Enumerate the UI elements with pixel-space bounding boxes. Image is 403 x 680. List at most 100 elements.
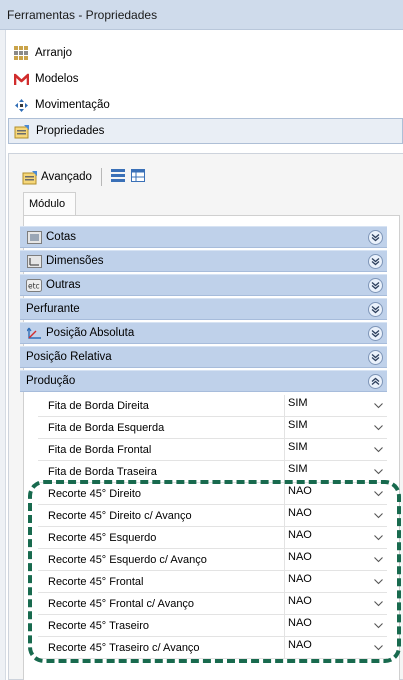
svg-text:etc: etc xyxy=(28,281,40,290)
nav-item-arranjo[interactable]: Arranjo xyxy=(8,40,403,66)
move-arrows-icon xyxy=(13,97,29,113)
property-value: NAO xyxy=(288,529,312,541)
property-value-select[interactable]: NAO xyxy=(284,637,387,658)
property-row[interactable]: Recorte 45° Esquerdo c/ Avanço NAO xyxy=(38,549,387,571)
m-logo-icon xyxy=(13,71,29,87)
property-value: NAO xyxy=(288,507,312,519)
property-label: Recorte 45° Frontal c/ Avanço xyxy=(48,598,195,610)
chevron-down-icon[interactable] xyxy=(368,278,383,293)
chevron-up-icon[interactable] xyxy=(368,374,383,389)
property-row[interactable]: Recorte 45° Frontal c/ Avanço NAO xyxy=(38,593,387,615)
property-label: Fita de Borda Esquerda xyxy=(48,422,165,434)
chevron-down-icon[interactable] xyxy=(374,620,383,632)
group-posicao-relativa[interactable]: Posição Relativa xyxy=(20,346,387,368)
property-value: NAO xyxy=(288,573,312,585)
property-label: Recorte 45° Frontal xyxy=(48,576,144,588)
property-row[interactable]: Fita de Borda Traseira SIM xyxy=(38,461,387,483)
property-row[interactable]: Recorte 45° Traseiro NAO xyxy=(38,615,387,637)
property-value-select[interactable]: SIM xyxy=(284,461,387,482)
property-value-select[interactable]: NAO xyxy=(284,483,387,504)
chevron-down-icon[interactable] xyxy=(374,444,383,456)
property-row[interactable]: Recorte 45° Esquerdo NAO xyxy=(38,527,387,549)
property-label: Recorte 45° Traseiro c/ Avanço xyxy=(48,642,200,654)
property-value-select[interactable]: SIM xyxy=(284,395,387,416)
chevron-down-icon[interactable] xyxy=(374,422,383,434)
table-icon xyxy=(130,169,145,185)
chevron-down-icon[interactable] xyxy=(374,400,383,412)
nav-item-propriedades[interactable]: Propriedades xyxy=(8,118,403,144)
group-perfurante[interactable]: Perfurante xyxy=(20,298,387,320)
nav-label: Propriedades xyxy=(36,125,105,137)
chevron-down-icon[interactable] xyxy=(374,576,383,588)
group-label: Outras xyxy=(46,279,81,291)
category-nav: Arranjo Modelos Movimentação Propriedade… xyxy=(8,40,403,144)
tab-label: Módulo xyxy=(29,198,66,210)
tab-modulo[interactable]: Módulo xyxy=(23,192,76,216)
property-row[interactable]: Recorte 45° Frontal NAO xyxy=(38,571,387,593)
chevron-down-icon[interactable] xyxy=(374,642,383,654)
categorized-icon xyxy=(110,169,125,185)
property-value-select[interactable]: NAO xyxy=(284,615,387,636)
chevron-down-icon[interactable] xyxy=(374,532,383,544)
nav-label: Movimentação xyxy=(35,99,110,111)
property-row[interactable]: Recorte 45° Direito NAO xyxy=(38,483,387,505)
property-value-select[interactable]: NAO xyxy=(284,593,387,614)
ruler-icon xyxy=(26,230,42,244)
property-value: NAO xyxy=(288,485,312,497)
chevron-down-icon[interactable] xyxy=(368,302,383,317)
group-label: Cotas xyxy=(46,231,77,243)
chevron-down-icon[interactable] xyxy=(374,554,383,566)
group-outras[interactable]: etc Outras xyxy=(20,274,387,296)
group-producao[interactable]: Produção xyxy=(20,370,387,392)
property-value: NAO xyxy=(288,551,312,563)
group-cotas[interactable]: Cotas xyxy=(20,226,387,248)
chevron-down-icon[interactable] xyxy=(374,510,383,522)
grid-icon xyxy=(13,45,29,61)
property-row[interactable]: Recorte 45° Direito c/ Avanço NAO xyxy=(38,505,387,527)
property-value-select[interactable]: NAO xyxy=(284,527,387,548)
group-dimensoes[interactable]: Dimensões xyxy=(20,250,387,272)
property-value: SIM xyxy=(288,419,308,431)
property-value-select[interactable]: NAO xyxy=(284,505,387,526)
chevron-down-icon[interactable] xyxy=(368,350,383,365)
property-label: Recorte 45° Traseiro xyxy=(48,620,149,632)
property-label: Recorte 45° Esquerdo xyxy=(48,532,157,544)
chevron-down-icon[interactable] xyxy=(368,254,383,269)
property-row[interactable]: Fita de Borda Esquerda SIM xyxy=(38,417,387,439)
property-value: NAO xyxy=(288,617,312,629)
chevron-down-icon[interactable] xyxy=(374,466,383,478)
property-label: Fita de Borda Frontal xyxy=(48,444,152,456)
property-value-select[interactable]: SIM xyxy=(284,417,387,438)
axes-icon xyxy=(26,326,42,340)
property-value-select[interactable]: NAO xyxy=(284,549,387,570)
group-label: Produção xyxy=(26,375,76,387)
alphabetical-view-button[interactable] xyxy=(128,166,148,188)
property-row[interactable]: Fita de Borda Direita SIM xyxy=(38,395,387,417)
left-frame-edge xyxy=(0,30,6,680)
property-value-select[interactable]: NAO xyxy=(284,571,387,592)
property-row[interactable]: Recorte 45° Traseiro c/ Avanço NAO xyxy=(38,637,387,659)
property-value-select[interactable]: SIM xyxy=(284,439,387,460)
group-label: Dimensões xyxy=(46,255,104,267)
property-label: Recorte 45° Direito xyxy=(48,488,142,500)
property-value: SIM xyxy=(288,463,308,475)
window-title: Ferramentas - Propriedades xyxy=(7,8,158,22)
group-label: Posição Relativa xyxy=(26,351,112,363)
nav-item-movimentacao[interactable]: Movimentação xyxy=(8,92,403,118)
dimension-icon xyxy=(26,254,42,268)
advanced-button[interactable]: Avançado xyxy=(19,166,95,188)
chevron-down-icon[interactable] xyxy=(368,326,383,341)
chevron-down-icon[interactable] xyxy=(368,230,383,245)
property-value: SIM xyxy=(288,397,308,409)
property-row[interactable]: Fita de Borda Frontal SIM xyxy=(38,439,387,461)
chevron-down-icon[interactable] xyxy=(374,598,383,610)
categorized-view-button[interactable] xyxy=(108,166,128,188)
group-posicao-absoluta[interactable]: Posição Absoluta xyxy=(20,322,387,344)
window-title-bar: Ferramentas - Propriedades xyxy=(0,0,403,30)
property-label: Fita de Borda Traseira xyxy=(48,466,157,478)
property-label: Fita de Borda Direita xyxy=(48,400,149,412)
etc-icon: etc xyxy=(26,278,42,292)
advanced-label: Avançado xyxy=(41,171,92,183)
chevron-down-icon[interactable] xyxy=(374,488,383,500)
nav-item-modelos[interactable]: Modelos xyxy=(8,66,403,92)
